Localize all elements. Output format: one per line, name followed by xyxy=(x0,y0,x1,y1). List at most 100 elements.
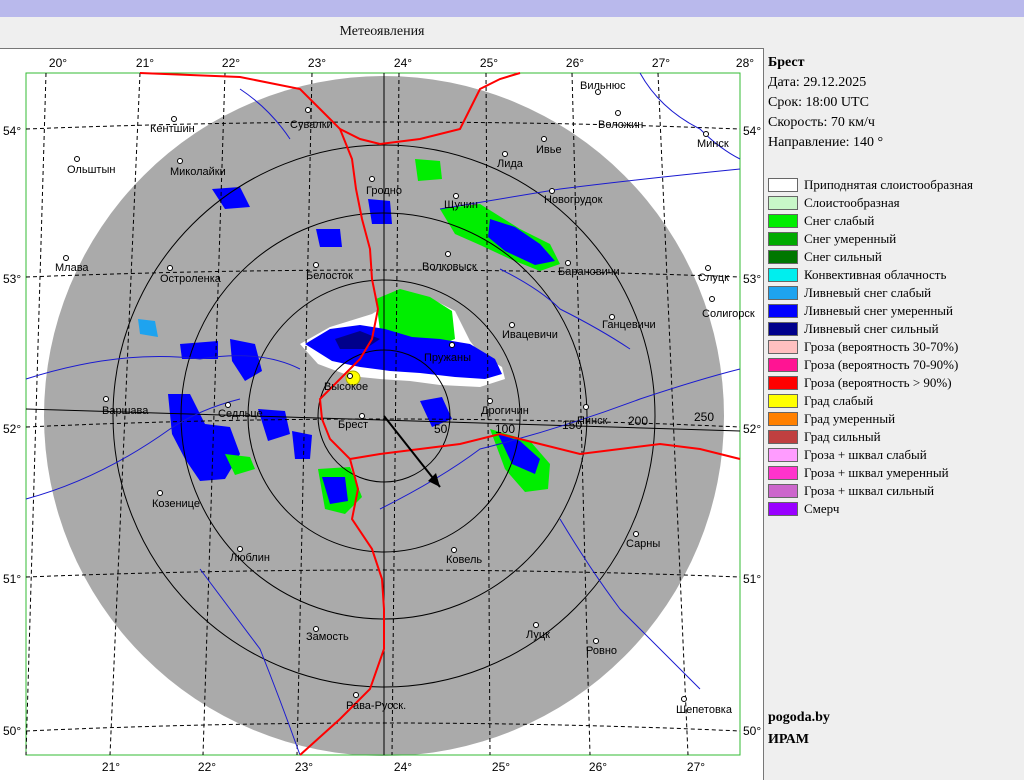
legend-label: Снег сильный xyxy=(804,249,882,264)
legend-label: Ливневый снег умеренный xyxy=(804,303,953,318)
lon-label-top-25: 25° xyxy=(480,56,498,70)
legend-swatch xyxy=(768,412,798,426)
legend-item: Ливневый снег слабый xyxy=(768,284,973,302)
legend-label: Ливневый снег сильный xyxy=(804,321,939,336)
legend-item: Град слабый xyxy=(768,392,973,410)
legend: Приподнятая слоистообразная Слоистообразн… xyxy=(768,176,973,518)
station-info: Брест Дата: 29.12.2025 Срок: 18:00 UTC С… xyxy=(768,53,883,153)
legend-swatch xyxy=(768,394,798,408)
map-title: Метеоявления xyxy=(339,24,425,39)
city-olsztyn: Ольштын xyxy=(67,156,115,176)
legend-label: Снег умеренный xyxy=(804,231,897,246)
svg-text:Седльце: Седльце xyxy=(218,408,263,420)
svg-text:Ковель: Ковель xyxy=(446,554,482,566)
legend-label: Конвективная облачность xyxy=(804,267,947,282)
lon-label-bottom-25: 25° xyxy=(492,760,510,774)
echo-small-2 xyxy=(292,431,312,459)
echo-small-8 xyxy=(415,159,442,181)
lon-label-bottom-27: 27° xyxy=(687,760,705,774)
observation-date: Дата: 29.12.2025 xyxy=(768,75,867,90)
city-slutsk: Слуцк xyxy=(698,265,729,284)
legend-swatch xyxy=(768,502,798,516)
lon-label-bottom-21: 21° xyxy=(102,760,120,774)
svg-text:Дрогичин: Дрогичин xyxy=(481,405,529,417)
svg-text:Волковыск: Волковыск xyxy=(422,261,477,273)
city-kentshin: Кентшин xyxy=(150,116,195,135)
svg-text:Люблин: Люблин xyxy=(230,552,270,564)
credit-org: ИРАМ xyxy=(768,732,809,747)
svg-text:Пружаны: Пружаны xyxy=(424,352,471,364)
legend-swatch xyxy=(768,268,798,282)
svg-text:Ольштын: Ольштын xyxy=(67,164,115,176)
legend-swatch xyxy=(768,196,798,210)
svg-text:Белосток: Белосток xyxy=(306,270,353,282)
legend-swatch xyxy=(768,448,798,462)
lat-label-left-51: 51° xyxy=(3,572,21,586)
legend-label: Приподнятая слоистообразная xyxy=(804,177,974,192)
svg-text:Сувалки: Сувалки xyxy=(290,119,333,131)
svg-text:Кентшин: Кентшин xyxy=(150,123,195,135)
legend-swatch xyxy=(768,322,798,336)
legend-item: Град сильный xyxy=(768,428,973,446)
legend-item: Смерч xyxy=(768,500,973,518)
svg-text:Ивацевичи: Ивацевичи xyxy=(502,329,558,341)
echo-small-4 xyxy=(368,199,392,224)
legend-item: Гроза + шквал слабый xyxy=(768,446,973,464)
range-label-100: 100 xyxy=(495,422,515,436)
legend-item: Приподнятая слоистообразная xyxy=(768,176,973,194)
legend-label: Снег слабый xyxy=(804,213,875,228)
svg-text:Ганцевичи: Ганцевичи xyxy=(602,319,656,331)
legend-label: Гроза + шквал сильный xyxy=(804,483,935,498)
legend-item: Конвективная облачность xyxy=(768,266,973,284)
svg-text:Козенице: Козенице xyxy=(152,498,200,510)
svg-text:Пинск: Пинск xyxy=(577,415,608,427)
lon-label-top-26: 26° xyxy=(566,56,584,70)
lon-label-top-22: 22° xyxy=(222,56,240,70)
legend-item: Гроза (вероятность 70-90%) xyxy=(768,356,973,374)
credit-site: pogoda.by xyxy=(768,710,830,725)
motion-speed: Скорость: 70 км/ч xyxy=(768,115,875,130)
lon-label-bottom-26: 26° xyxy=(589,760,607,774)
svg-text:Воложин: Воложин xyxy=(598,119,643,131)
svg-text:Луцк: Луцк xyxy=(526,629,550,641)
legend-swatch xyxy=(768,466,798,480)
legend-label: Град сильный xyxy=(804,429,881,444)
svg-text:Миколайки: Миколайки xyxy=(170,166,226,178)
meridian-20 xyxy=(25,72,47,756)
legend-item: Град умеренный xyxy=(768,410,973,428)
lon-label-top-23: 23° xyxy=(308,56,326,70)
legend-label: Смерч xyxy=(804,501,840,516)
observation-time: Срок: 18:00 UTC xyxy=(768,95,869,110)
lon-labels-bottom: 21° 22° 23° 24° 25° 26° 27° xyxy=(102,760,705,774)
legend-item: Гроза + шквал сильный xyxy=(768,482,973,500)
legend-item: Снег сильный xyxy=(768,248,973,266)
legend-swatch xyxy=(768,340,798,354)
lat-label-right-50: 50° xyxy=(743,724,761,738)
legend-swatch xyxy=(768,484,798,498)
range-label-50: 50 xyxy=(434,422,448,436)
svg-text:Солигорск: Солигорск xyxy=(702,308,755,320)
lat-labels-right: 54° 53° 52° 51° 50° xyxy=(743,124,761,738)
legend-label: Гроза + шквал умеренный xyxy=(804,465,949,480)
svg-text:Барановичи: Барановичи xyxy=(558,266,620,278)
svg-text:Лида: Лида xyxy=(497,158,524,170)
legend-item: Слоистообразная xyxy=(768,194,973,212)
legend-label: Гроза (вероятность 30-70%) xyxy=(804,339,959,354)
legend-swatch xyxy=(768,250,798,264)
legend-item: Ливневый снег умеренный xyxy=(768,302,973,320)
legend-swatch xyxy=(768,214,798,228)
svg-text:Млава: Млава xyxy=(55,262,89,274)
lon-label-top-21: 21° xyxy=(136,56,154,70)
svg-text:Минск: Минск xyxy=(697,138,729,150)
legend-swatch xyxy=(768,304,798,318)
svg-text:Замость: Замость xyxy=(306,631,349,643)
legend-swatch xyxy=(768,232,798,246)
echo-small-7 xyxy=(180,341,218,359)
legend-item: Гроза (вероятность 30-70%) xyxy=(768,338,973,356)
lat-label-left-52: 52° xyxy=(3,422,21,436)
svg-text:Вильнюс: Вильнюс xyxy=(580,80,626,92)
legend-item: Гроза (вероятность > 90%) xyxy=(768,374,973,392)
legend-label: Гроза (вероятность 70-90%) xyxy=(804,357,959,372)
city-vilnius: Вильнюс xyxy=(580,80,626,95)
legend-swatch xyxy=(768,430,798,444)
